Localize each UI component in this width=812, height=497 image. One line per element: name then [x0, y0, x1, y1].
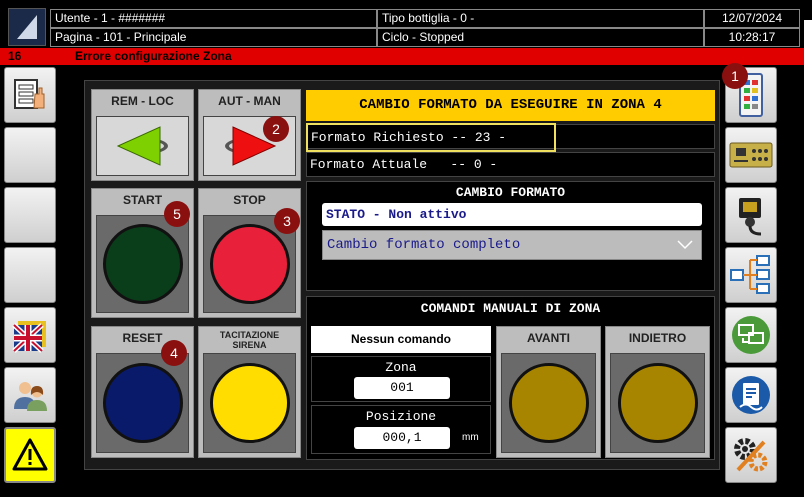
tacitazione-sirena-button[interactable]: TACITAZIONE SIRENA — [198, 326, 301, 458]
cambio-formato-select[interactable]: Cambio formato completo — [322, 230, 702, 260]
green-left-arrow-icon — [116, 126, 168, 166]
language-button[interactable] — [4, 307, 56, 363]
user-field: Utente - 1 - ####### — [50, 9, 377, 28]
settings-button[interactable] — [725, 427, 777, 483]
cycle-field: Ciclo - Stopped — [377, 28, 704, 47]
gears-icon — [734, 438, 768, 472]
zona-input[interactable]: 001 — [354, 377, 450, 399]
indietro-lamp — [617, 363, 698, 443]
indietro-label: INDIETRO — [628, 331, 687, 345]
rem-loc-label: REM - LOC — [111, 94, 174, 108]
aut-man-label: AUT - MAN — [218, 94, 281, 108]
callout-badge-5: 5 — [164, 201, 190, 227]
avanti-button[interactable]: AVANTI — [496, 326, 601, 458]
start-frame — [96, 215, 189, 313]
stop-label: STOP — [233, 193, 266, 207]
network-tree-button[interactable] — [725, 247, 777, 303]
warning-icon — [12, 438, 48, 471]
document-icon — [732, 376, 770, 414]
alarm-bar[interactable]: 16 Errore configurazione Zona — [0, 48, 812, 65]
alarm-message: Errore configurazione Zona — [75, 49, 232, 63]
chevron-down-icon — [677, 240, 693, 250]
empty-side-button-2[interactable] — [4, 187, 56, 243]
avanti-frame — [501, 353, 596, 453]
posizione-box: Posizione 000,1 mm — [311, 405, 491, 454]
callout-badge-2: 2 — [263, 116, 289, 142]
empty-side-button-1[interactable] — [4, 127, 56, 183]
right-edge-strip — [804, 20, 812, 497]
stop-lamp — [209, 224, 290, 304]
users-icon — [14, 382, 47, 411]
zona-box: Zona 001 — [311, 356, 491, 402]
cambio-formato-header: CAMBIO FORMATO DA ESEGUIRE IN ZONA 4 — [306, 90, 715, 121]
zona-label: Zona — [385, 360, 417, 375]
cambio-formato-panel: CAMBIO FORMATO STATO - Non attivo Cambio… — [306, 181, 715, 291]
tacitazione-frame — [203, 353, 296, 453]
callout-badge-4: 4 — [161, 340, 187, 366]
indietro-button[interactable]: INDIETRO — [605, 326, 710, 458]
page-field: Pagina - 101 - Principale — [50, 28, 377, 47]
document-button[interactable] — [725, 367, 777, 423]
avanti-lamp — [508, 363, 589, 443]
tree-network-icon — [730, 255, 770, 294]
comandi-manuali-title: COMANDI MANUALI DI ZONA — [420, 301, 601, 316]
network-computers-icon — [732, 316, 770, 354]
circuit-board-icon — [729, 142, 773, 168]
callout-badge-3: 3 — [274, 208, 300, 234]
cambio-formato-selected: Cambio formato completo — [327, 237, 521, 253]
sensor-icon — [739, 198, 762, 236]
cambio-formato-title: CAMBIO FORMATO — [455, 185, 566, 200]
avanti-label: AVANTI — [527, 331, 570, 345]
posizione-input[interactable]: 000,1 — [354, 427, 450, 449]
callout-badge-1: 1 — [722, 63, 748, 89]
tacitazione-label: TACITAZIONE SIRENA — [219, 330, 280, 350]
formato-richiesto-field: Formato Richiesto -- 23 - — [306, 123, 556, 152]
network-computers-button[interactable] — [725, 307, 777, 363]
users-button[interactable] — [4, 367, 56, 423]
rem-loc-button[interactable]: REM - LOC — [91, 89, 194, 181]
circuit-board-button[interactable] — [725, 127, 777, 183]
stato-field: STATO - Non attivo — [322, 203, 702, 226]
hand-menu-icon — [14, 79, 45, 109]
bottle-type-field: Tipo bottiglia - 0 - — [377, 9, 704, 28]
start-lamp — [102, 224, 183, 304]
uk-flag-icon — [12, 321, 46, 353]
formato-attuale-field: Formato Attuale -- 0 - — [306, 152, 715, 177]
indietro-frame — [610, 353, 705, 453]
alarm-code: 16 — [8, 49, 22, 63]
time-field: 10:28:17 — [704, 28, 800, 47]
date-field: 12/07/2024 — [704, 9, 800, 28]
nessun-comando-field: Nessun comando — [311, 326, 491, 353]
rem-loc-selector — [96, 116, 189, 176]
app-logo — [8, 8, 46, 46]
reset-frame — [96, 353, 189, 453]
empty-side-button-3[interactable] — [4, 247, 56, 303]
menu-button[interactable] — [4, 67, 56, 123]
tacitazione-lamp — [209, 363, 290, 443]
posizione-label: Posizione — [365, 409, 437, 424]
reset-lamp — [102, 363, 183, 443]
alarms-button[interactable] — [4, 427, 56, 483]
sensor-button[interactable] — [725, 187, 777, 243]
posizione-unit: mm — [462, 432, 479, 443]
